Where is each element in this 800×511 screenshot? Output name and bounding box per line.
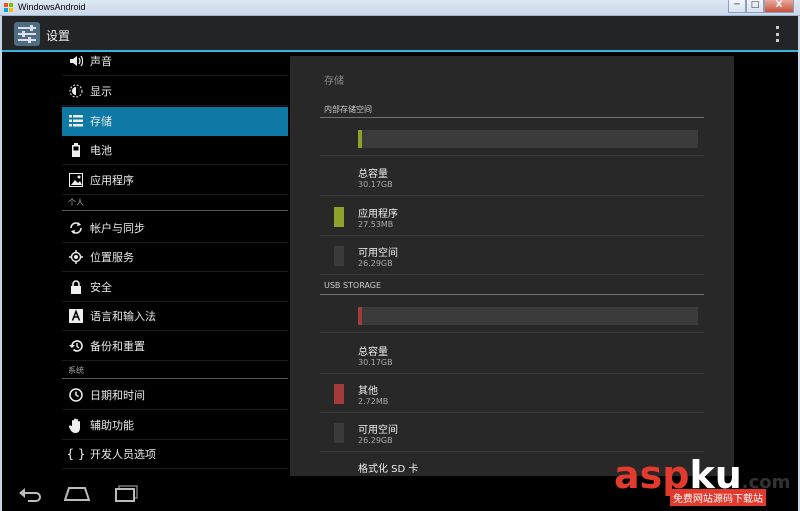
sidebar-item-backup[interactable]: 备份和重置 <box>62 332 288 361</box>
usb-usage-bar-row <box>320 297 704 333</box>
sidebar-item-label: 电池 <box>90 144 112 157</box>
home-icon[interactable] <box>64 484 90 502</box>
internal-usage-bar-row <box>320 120 704 156</box>
section-header-system: 系统 <box>62 364 288 379</box>
stat-value: 27.53MB <box>358 220 394 229</box>
sidebar-item-datetime[interactable]: 日期和时间 <box>62 381 288 410</box>
settings-sliders-icon[interactable] <box>14 22 40 46</box>
usb-available-row[interactable]: 可用空间 26.29GB <box>320 413 704 452</box>
window-titlebar: WindowsAndroid ─ □ X <box>0 0 800 16</box>
close-button[interactable]: X <box>764 0 794 13</box>
maximize-button[interactable]: □ <box>746 0 764 13</box>
stat-title: 总容量 <box>358 347 388 358</box>
sidebar-item-label: 显示 <box>90 85 112 98</box>
internal-apps-row[interactable]: 应用程序 27.53MB <box>320 197 704 236</box>
apps-color-swatch <box>334 207 344 227</box>
sidebar-item-label: 存储 <box>90 115 112 128</box>
stat-value: 30.17GB <box>358 358 393 367</box>
window-title: WindowsAndroid <box>18 2 86 12</box>
window-controls: ─ □ X <box>728 0 794 13</box>
stat-value: 2.72MB <box>358 397 389 406</box>
section-header-personal: 个人 <box>62 196 288 211</box>
stat-title: 可用空间 <box>358 425 398 436</box>
sidebar-item-apps[interactable]: 应用程序 <box>62 166 288 195</box>
lock-icon <box>62 273 90 302</box>
sidebar-item-battery[interactable]: 电池 <box>62 136 288 165</box>
internal-usage-fill <box>358 130 362 148</box>
clock-icon <box>62 381 90 410</box>
usb-usage-fill <box>358 307 362 325</box>
sidebar-item-display[interactable]: 显示 <box>62 77 288 106</box>
stat-value: 26.29GB <box>358 259 393 268</box>
sidebar-item-security[interactable]: 安全 <box>62 273 288 302</box>
watermark-tagline: 免费网站源码下载站 <box>670 489 766 506</box>
stat-value: 26.29GB <box>358 436 393 445</box>
back-icon[interactable] <box>18 484 44 502</box>
battery-icon <box>62 136 90 165</box>
available-color-swatch <box>334 423 344 443</box>
usb-storage-header: USB STORAGE <box>320 281 704 295</box>
sidebar-item-label: 日期和时间 <box>90 389 145 402</box>
sidebar-item-language[interactable]: 语言和输入法 <box>62 302 288 331</box>
stat-value: 30.17GB <box>358 180 393 189</box>
page-title: 设置 <box>46 29 71 43</box>
sidebar-item-accounts[interactable]: 帐户与同步 <box>62 214 288 243</box>
backup-icon <box>62 332 90 361</box>
location-icon <box>62 243 90 272</box>
keyboard-icon <box>62 302 90 331</box>
hand-icon <box>62 411 90 440</box>
sidebar-item-storage[interactable]: 存储 <box>62 107 288 136</box>
stat-title: 总容量 <box>358 169 388 180</box>
sidebar-item-label: 帐户与同步 <box>90 222 145 235</box>
sidebar-item-accessibility[interactable]: 辅助功能 <box>62 411 288 440</box>
overflow-menu-icon[interactable] <box>776 26 780 42</box>
stat-title: 可用空间 <box>358 248 398 259</box>
usb-usage-bar <box>358 307 698 325</box>
watermark-logo: aspku.com 免费网站源码下载站 <box>614 456 794 511</box>
storage-panel: 存储 内部存储空间 总容量 30.17GB 应用程序 27.53MB 可用空间 … <box>290 56 734 476</box>
sync-icon <box>62 214 90 243</box>
sidebar-item-label: 位置服务 <box>90 251 134 264</box>
sidebar-item-developer[interactable]: { } 开发人员选项 <box>62 440 288 469</box>
sidebar-item-location[interactable]: 位置服务 <box>62 243 288 272</box>
internal-total-row[interactable]: 总容量 30.17GB <box>320 157 704 196</box>
storage-icon <box>62 107 90 136</box>
format-sd-label: 格式化 SD 卡 <box>358 464 419 475</box>
stat-title: 应用程序 <box>358 209 398 220</box>
speaker-icon <box>62 47 90 76</box>
minimize-button[interactable]: ─ <box>728 0 746 13</box>
apps-icon <box>62 166 90 195</box>
internal-available-row[interactable]: 可用空间 26.29GB <box>320 236 704 275</box>
other-color-swatch <box>334 384 344 404</box>
internal-usage-bar <box>358 130 698 148</box>
braces-icon: { } <box>66 447 86 461</box>
usb-other-row[interactable]: 其他 2.72MB <box>320 374 704 413</box>
sidebar-item-label: 辅助功能 <box>90 419 134 432</box>
sidebar-item-sound[interactable]: 声音 <box>62 47 288 76</box>
brightness-icon <box>62 77 90 106</box>
sidebar-item-label: 开发人员选项 <box>90 448 156 461</box>
available-color-swatch <box>334 246 344 266</box>
stat-title: 其他 <box>358 386 378 397</box>
window-frame-left <box>0 16 2 511</box>
panel-title: 存储 <box>324 76 344 87</box>
internal-storage-header: 内部存储空间 <box>320 104 704 118</box>
settings-list: 声音 显示 存储 电池 应用程序 个人 帐户与同步 位置服务 安全 语言和输入法… <box>62 52 288 470</box>
sidebar-item-label: 语言和输入法 <box>90 310 156 323</box>
sidebar-item-label: 声音 <box>90 55 112 68</box>
sidebar-item-label: 应用程序 <box>90 174 134 187</box>
sidebar-item-label: 安全 <box>90 281 112 294</box>
recent-apps-icon[interactable] <box>114 484 140 502</box>
sidebar-item-label: 备份和重置 <box>90 340 145 353</box>
app-icon <box>4 3 13 12</box>
usb-total-row[interactable]: 总容量 30.17GB <box>320 335 704 374</box>
